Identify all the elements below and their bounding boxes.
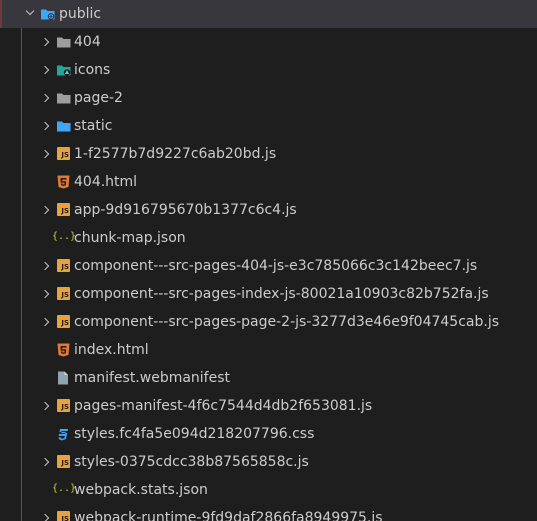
tree-item-label: component---src-pages-page-2-js-3277d3e4… [74, 314, 500, 330]
html-file-icon [57, 343, 71, 357]
html-file-icon [57, 175, 71, 189]
chevron-right-icon[interactable] [40, 457, 50, 467]
file-explorer-tree: public 404 icons page-2 static JS 1-f2577b7d9… [0, 0, 537, 521]
javascript-file-icon: JS [57, 203, 70, 216]
chevron-right-icon[interactable] [40, 205, 50, 215]
tree-item[interactable]: {..} webpack.stats.json [0, 476, 537, 504]
tree-item-label: webpack-runtime-9fd9daf2866fa8949975.js [74, 510, 383, 521]
tree-item[interactable]: page-2 [0, 84, 537, 112]
chevron-right-icon[interactable] [40, 93, 50, 103]
javascript-file-icon: JS [57, 455, 70, 468]
javascript-file-icon: JS [57, 511, 70, 521]
manifest-file-icon [57, 371, 71, 385]
javascript-file-icon: JS [57, 315, 70, 328]
tree-item-root-folder[interactable]: public [0, 0, 537, 28]
tree-item[interactable]: JS pages-manifest-4f6c7544d4db2f653081.js [0, 392, 537, 420]
folder-icon [56, 35, 71, 49]
json-file-icon: {..} [52, 231, 77, 242]
javascript-file-icon: JS [57, 287, 70, 300]
chevron-right-icon[interactable] [40, 261, 50, 271]
chevron-right-icon[interactable] [40, 37, 50, 47]
tree-item-label: app-9d916795670b1377c6c4.js [74, 202, 297, 218]
tree-item-label: index.html [74, 342, 149, 358]
root-folder-label: public [59, 6, 102, 22]
chevron-right-icon[interactable] [40, 149, 50, 159]
tree-item[interactable]: JS app-9d916795670b1377c6c4.js [0, 196, 537, 224]
tree-item[interactable]: JS styles-0375cdcc38b87565858c.js [0, 448, 537, 476]
chevron-right-icon[interactable] [40, 317, 50, 327]
chevron-right-icon[interactable] [40, 65, 50, 75]
tree-item[interactable]: {..} chunk-map.json [0, 224, 537, 252]
tree-item[interactable]: 404.html [0, 168, 537, 196]
javascript-file-icon: JS [57, 259, 70, 272]
chevron-right-icon[interactable] [40, 513, 50, 521]
javascript-file-icon: JS [57, 147, 70, 160]
json-file-icon: {..} [52, 483, 77, 494]
tree-item[interactable]: JS component---src-pages-page-2-js-3277d3… [0, 308, 537, 336]
tree-item-label: 1-f2577b7d9227c6ab20bd.js [74, 146, 277, 162]
folder-icon [56, 91, 71, 105]
tree-item-label: styles-0375cdcc38b87565858c.js [74, 454, 309, 470]
folder-static-icon [56, 119, 71, 133]
chevron-down-icon[interactable] [25, 6, 35, 16]
css-file-icon [57, 427, 71, 441]
tree-item-label: webpack.stats.json [74, 482, 208, 498]
tree-item[interactable]: styles.fc4fa5e094d218207796.css [0, 420, 537, 448]
tree-item[interactable]: static [0, 112, 537, 140]
tree-item[interactable]: manifest.webmanifest [0, 364, 537, 392]
tree-item[interactable]: JS component---src-pages-index-js-80021a1… [0, 280, 537, 308]
chevron-right-icon[interactable] [40, 121, 50, 131]
folder-icons-icon [56, 63, 71, 77]
tree-item[interactable]: icons [0, 56, 537, 84]
tree-item[interactable]: 404 [0, 28, 537, 56]
tree-item-label: static [74, 118, 113, 134]
tree-item-label: icons [74, 62, 111, 78]
tree-item-label: 404.html [74, 174, 138, 190]
folder-public-icon [40, 7, 55, 21]
tree-item-label: chunk-map.json [74, 230, 186, 246]
tree-item[interactable]: index.html [0, 336, 537, 364]
tree-item[interactable]: JS component---src-pages-404-js-e3c785066… [0, 252, 537, 280]
tree-item-label: component---src-pages-404-js-e3c785066c3… [74, 258, 478, 274]
javascript-file-icon: JS [57, 399, 70, 412]
tree-item-label: page-2 [74, 90, 123, 106]
chevron-right-icon[interactable] [40, 289, 50, 299]
tree-item[interactable]: JS webpack-runtime-9fd9daf2866fa8949975.j… [0, 504, 537, 521]
tree-item-label: 404 [74, 34, 101, 50]
chevron-right-icon[interactable] [40, 401, 50, 411]
tree-item-label: pages-manifest-4f6c7544d4db2f653081.js [74, 398, 373, 414]
tree-item-label: component---src-pages-index-js-80021a109… [74, 286, 489, 302]
tree-item-label: manifest.webmanifest [74, 370, 231, 386]
tree-item-label: styles.fc4fa5e094d218207796.css [74, 426, 315, 442]
tree-item[interactable]: JS 1-f2577b7d9227c6ab20bd.js [0, 140, 537, 168]
